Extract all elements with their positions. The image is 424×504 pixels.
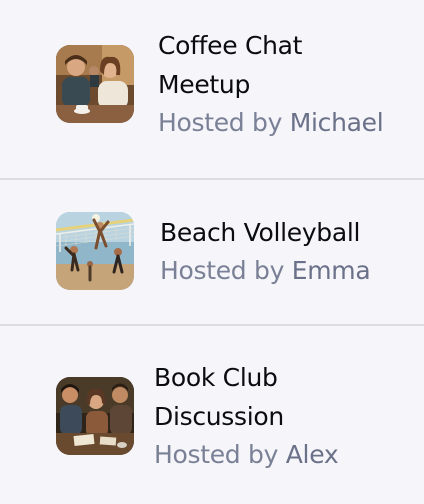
event-thumbnail-book-club [56,377,134,455]
event-title-line: Beach Volleyball [160,217,361,247]
event-title: Coffee Chat Meetup [158,26,383,104]
event-row-coffee-chat[interactable]: Coffee Chat Meetup Hosted by Michael [0,26,424,142]
hosted-by-label: Hosted by [160,255,285,285]
event-info-book-club: Book Club Discussion Hosted by Alex [154,358,339,474]
event-list: Coffee Chat Meetup Hosted by Michael Bea… [0,0,424,504]
event-row-beach-volleyball[interactable]: Beach Volleyball Hosted by Emma [0,212,424,290]
event-host: Hosted by Alex [154,436,339,474]
event-title-line: Coffee Chat [158,31,303,60]
event-thumbnail-coffee-chat [56,45,134,123]
event-row-book-club[interactable]: Book Club Discussion Hosted by Alex [0,358,424,474]
event-thumbnail-beach-volleyball [56,212,134,290]
host-name: Michael [289,108,384,137]
event-title-line: Meetup [158,70,251,99]
divider [0,178,424,180]
event-title-line: Book Club [154,363,278,392]
hosted-by-label: Hosted by [154,440,279,469]
event-info-beach-volleyball: Beach Volleyball Hosted by Emma [160,213,371,290]
event-info-coffee-chat: Coffee Chat Meetup Hosted by Michael [158,26,384,142]
hosted-by-label: Hosted by [158,108,283,137]
host-name: Emma [291,255,371,285]
event-title: Beach Volleyball [160,213,370,252]
event-host: Hosted by Michael [158,104,384,142]
divider [0,324,424,326]
event-title-line: Discussion [154,402,284,431]
event-host: Hosted by Emma [160,252,371,290]
event-title: Book Club Discussion [154,358,338,436]
host-name: Alex [285,440,339,469]
